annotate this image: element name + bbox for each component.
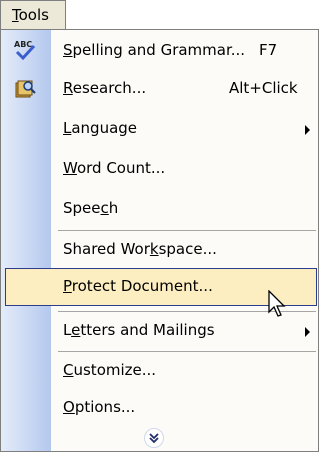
menu-tools-label: Tools: [12, 6, 49, 24]
spelling-abc-icon: ABC: [14, 40, 36, 61]
menu-item-language[interactable]: Language: [1, 110, 318, 148]
submenu-arrow-icon: [305, 125, 310, 135]
menu-item-shared-workspace[interactable]: Shared Workspace...: [1, 231, 318, 269]
expand-menu-button[interactable]: [144, 428, 164, 448]
menu-item-customize[interactable]: Customize...: [1, 352, 318, 390]
menu-item-options[interactable]: Options...: [1, 389, 318, 427]
research-book-icon: [15, 80, 36, 98]
tools-dropdown-menu: ABC Spelling and Grammar... F7 Research.…: [0, 29, 319, 452]
menu-tools-tab[interactable]: Tools: [0, 0, 66, 30]
menu-item-spelling-and-grammar[interactable]: ABC Spelling and Grammar... F7: [1, 32, 318, 70]
menu-item-speech[interactable]: Speech: [1, 190, 318, 228]
menu-item-word-count[interactable]: Word Count...: [1, 150, 318, 188]
submenu-arrow-icon: [305, 327, 310, 337]
mouse-cursor-icon: [268, 290, 286, 317]
svg-text:ABC: ABC: [14, 40, 32, 49]
chevron-double-down-icon: [149, 433, 159, 444]
menu-item-research[interactable]: Research... Alt+Click: [1, 70, 318, 108]
